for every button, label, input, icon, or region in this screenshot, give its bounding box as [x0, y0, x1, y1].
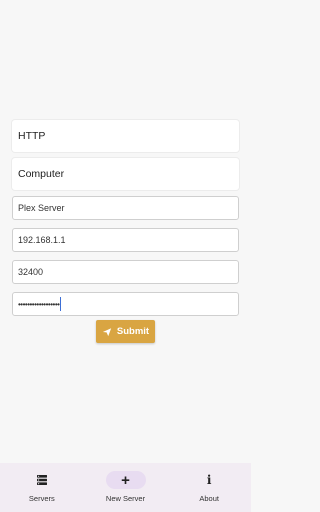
port-input[interactable]: 32400 — [12, 260, 239, 284]
password-value: •••••••••••••••••• — [18, 299, 60, 309]
server-name-input[interactable]: Plex Server — [12, 196, 239, 220]
servers-icon — [36, 475, 47, 485]
type-select[interactable]: Computer — [12, 158, 239, 190]
nav-item-servers[interactable]: Servers — [0, 463, 84, 512]
port-value: 32400 — [18, 267, 44, 277]
server-name-value: Plex Server — [18, 203, 65, 213]
ip-address-input[interactable]: 192.168.1.1 — [12, 228, 239, 252]
info-icon: i — [206, 473, 212, 487]
password-input[interactable]: •••••••••••••••••• — [12, 292, 239, 316]
active-indicator: + — [105, 471, 146, 489]
nav-label-about: About — [199, 494, 219, 503]
submit-button[interactable]: Submit — [96, 320, 155, 343]
bottom-navigation: Servers + New Server i About — [0, 463, 251, 512]
type-select-value: Computer — [18, 168, 65, 180]
submit-label: Submit — [116, 326, 150, 337]
new-server-form: HTTP Computer Plex Server 192.168.1.1 32… — [12, 120, 239, 316]
ip-address-value: 192.168.1.1 — [18, 235, 66, 245]
nav-item-about[interactable]: i About — [167, 463, 251, 512]
nav-label-new-server: New Server — [105, 494, 146, 503]
protocol-select[interactable]: HTTP — [12, 120, 239, 152]
plus-icon: + — [121, 471, 130, 489]
nav-item-new-server[interactable]: + New Server — [84, 463, 168, 512]
protocol-select-value: HTTP — [18, 130, 46, 142]
send-icon — [102, 327, 112, 336]
nav-label-servers: Servers — [28, 494, 55, 503]
text-cursor — [60, 297, 62, 311]
